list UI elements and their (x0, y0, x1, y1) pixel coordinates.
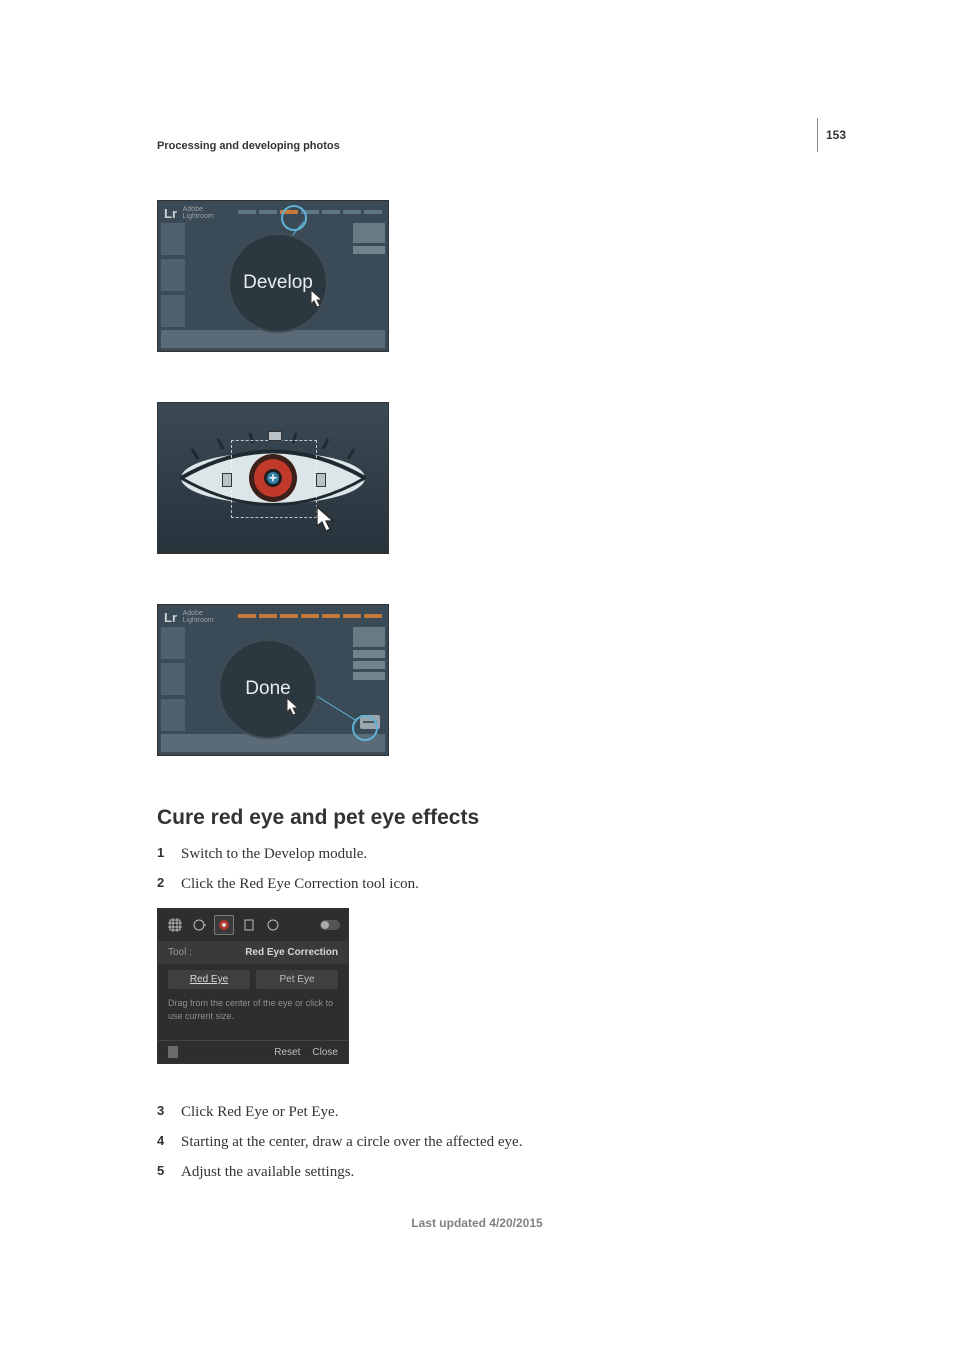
radial-filter-icon (264, 916, 282, 934)
content-column: Lr Adobe Lightroom Develop (157, 200, 797, 1190)
figure-done-callout: Lr Adobe Lightroom Done (157, 604, 389, 756)
resize-handle-right (316, 473, 326, 487)
spot-removal-icon (190, 916, 208, 934)
lightroom-logo: Lr Adobe Lightroom (164, 610, 214, 625)
figure-develop-module: Lr Adobe Lightroom Develop (157, 200, 389, 352)
tab-red-eye: Red Eye (168, 970, 250, 989)
figure-tool-panel: Tool : Red Eye Correction Red Eye Pet Ey… (157, 908, 349, 1064)
callout-ring (281, 205, 307, 231)
tab-pet-eye: Pet Eye (256, 970, 338, 989)
document-page: 153 Processing and developing photos Lr … (0, 0, 954, 1350)
resize-handle-top (268, 431, 282, 441)
module-picker (238, 210, 382, 214)
logo-bold: Lr (164, 206, 177, 221)
panel-switch-icon (168, 1046, 178, 1058)
resize-handle-left (222, 473, 232, 487)
selection-box (231, 440, 317, 518)
logo-small: Adobe Lightroom (183, 610, 214, 624)
right-panel (353, 223, 385, 254)
done-callout: Done (218, 639, 318, 739)
tool-tabs: Red Eye Pet Eye (158, 964, 348, 989)
left-panel (161, 627, 185, 731)
callout-line (316, 695, 357, 721)
steps-list-b: Click Red Eye or Pet Eye. Starting at th… (157, 1100, 797, 1184)
list-item: Starting at the center, draw a circle ov… (157, 1130, 797, 1154)
logo-small: Adobe Lightroom (183, 206, 214, 220)
lightroom-logo: Lr Adobe Lightroom (164, 206, 214, 221)
list-item: Adjust the available settings. (157, 1160, 797, 1184)
graduated-filter-icon (240, 916, 258, 934)
section-heading: Cure red eye and pet eye effects (157, 806, 797, 830)
list-item: Click the Red Eye Correction tool icon. (157, 872, 797, 896)
page-number-container: 153 (817, 118, 846, 152)
done-slider-callout-target (360, 715, 380, 729)
tool-strip (158, 909, 348, 941)
tool-header: Tool : Red Eye Correction (158, 941, 348, 964)
right-panel (353, 627, 385, 680)
callout-label: Develop (243, 272, 313, 294)
tool-label: Tool : (168, 947, 192, 958)
tool-title: Red Eye Correction (245, 947, 338, 958)
figure-eye-target: ✛ (157, 402, 389, 554)
left-panel (161, 223, 185, 327)
page-number: 153 (826, 128, 846, 142)
red-eye-tool-icon (214, 915, 234, 935)
eye-illustration: ✛ (178, 431, 368, 525)
steps-list-a: Switch to the Develop module. Click the … (157, 842, 797, 896)
reset-label: Reset (274, 1047, 300, 1058)
list-item: Switch to the Develop module. (157, 842, 797, 866)
module-picker (238, 614, 382, 618)
crop-tool-icon (166, 916, 184, 934)
page-footer: Last updated 4/20/2015 (0, 1216, 954, 1230)
mask-toggle-icon (320, 920, 340, 930)
close-label: Close (312, 1047, 338, 1058)
tool-hint-text: Drag from the center of the eye or click… (158, 989, 348, 1040)
callout-label: Done (245, 678, 290, 700)
running-header: Processing and developing photos (157, 140, 340, 152)
list-item: Click Red Eye or Pet Eye. (157, 1100, 797, 1124)
logo-bold: Lr (164, 610, 177, 625)
develop-callout: Develop (228, 233, 328, 333)
tool-footer: Reset Close (158, 1040, 348, 1063)
